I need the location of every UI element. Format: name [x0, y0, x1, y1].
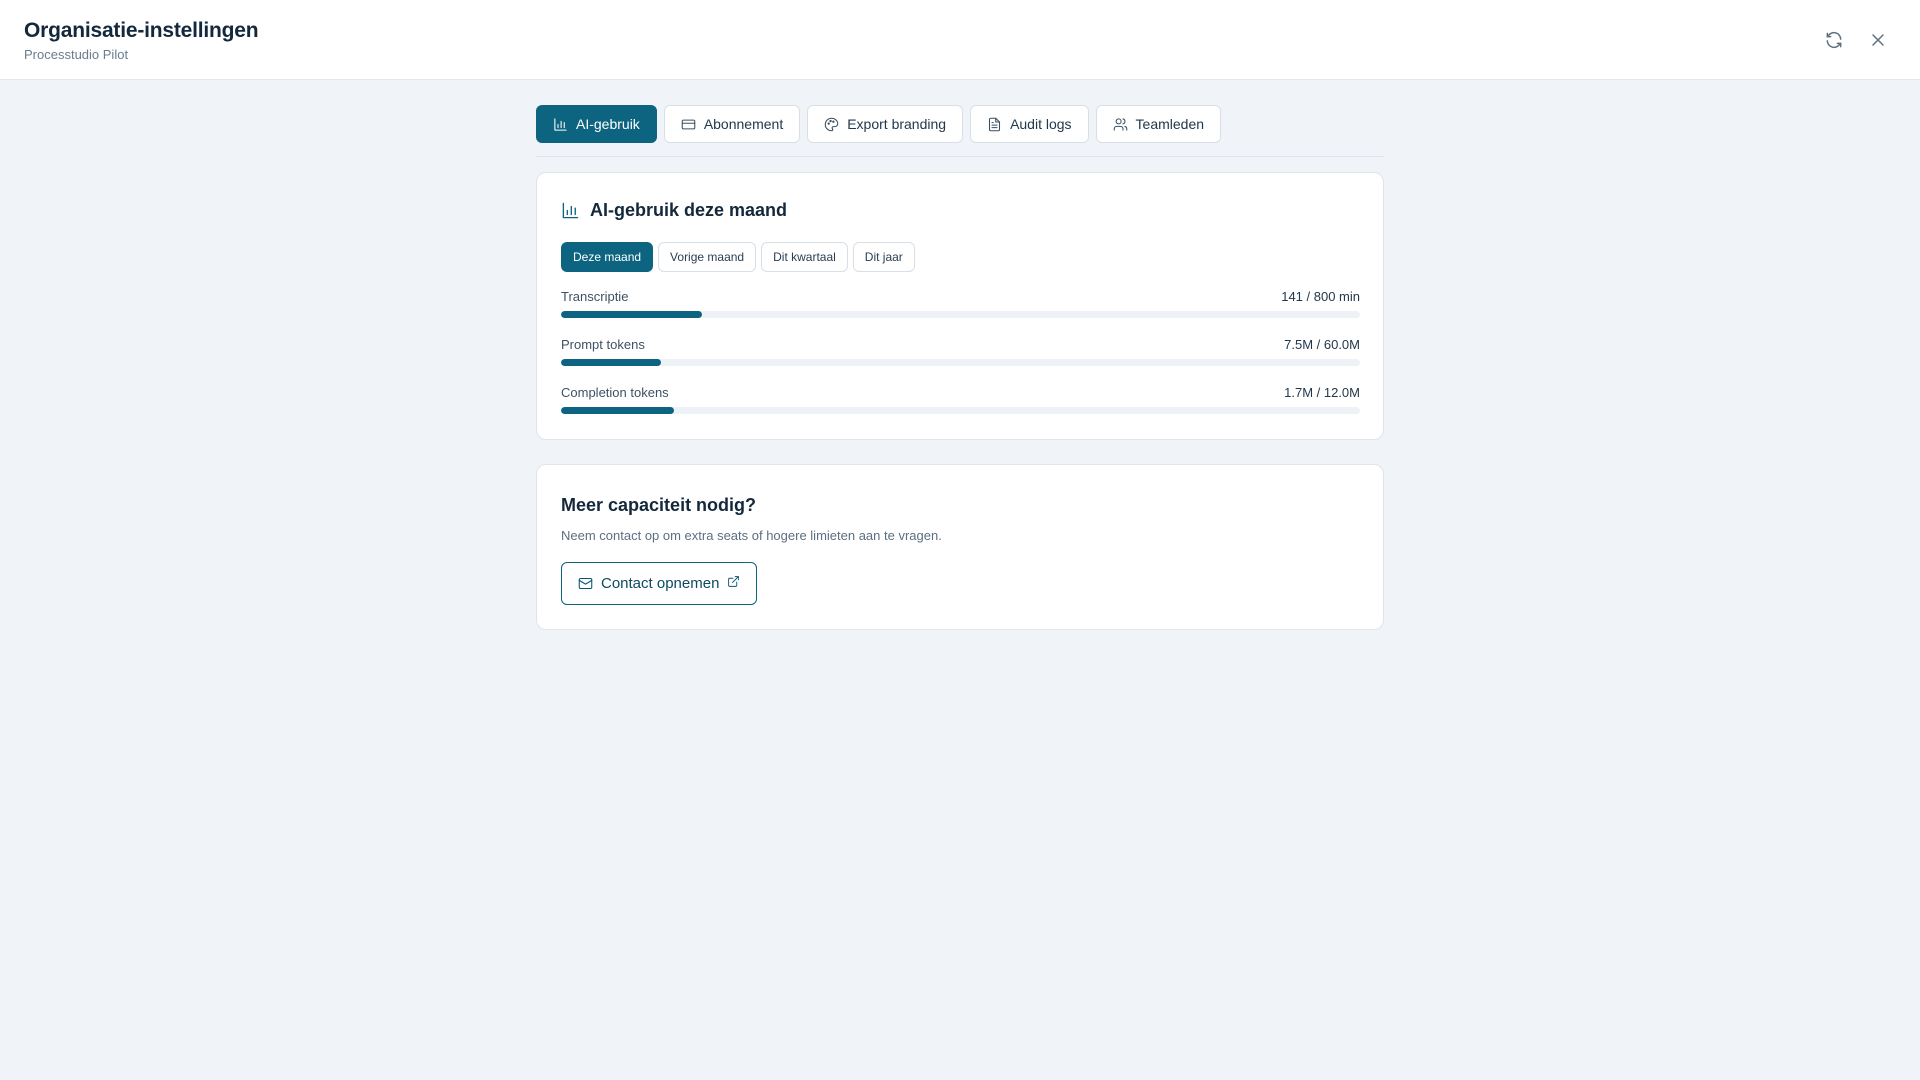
meter-prompt-tokens: Prompt tokens 7.5M / 60.0M — [561, 337, 1360, 385]
external-link-wrapper — [727, 575, 740, 592]
tab-export-branding[interactable]: Export branding — [807, 105, 964, 143]
organization-name: Processtudio Pilot — [24, 47, 129, 62]
capacity-card: Meer capaciteit nodig? Neem contact op o… — [536, 464, 1384, 630]
contact-button-label: Contact opnemen — [601, 575, 720, 592]
tab-label: Abonnement — [703, 116, 784, 132]
bar-chart-icon — [554, 117, 567, 131]
close-icon — [1872, 34, 1884, 46]
usage-card-title: AI-gebruik deze maand — [561, 200, 787, 221]
usage-title-text: AI-gebruik deze maand — [590, 200, 788, 220]
progress-fill — [561, 359, 661, 366]
capacity-title: Meer capaciteit nodig? — [561, 495, 757, 515]
meter-transcriptie: Transcriptie 141 / 800 min — [561, 289, 1360, 337]
contact-button[interactable]: Contact opnemen — [561, 562, 758, 605]
bar-chart-icon — [562, 202, 579, 219]
header-bar: Organisatie-instellingen Processtudio Pi… — [0, 0, 1920, 80]
meter-label: Completion tokens — [561, 385, 669, 400]
tab-teamleden[interactable]: Teamleden — [1095, 105, 1222, 143]
page-title: Organisatie-instellingen — [24, 19, 259, 42]
tab-label: AI-gebruik — [576, 116, 640, 132]
tab-label: Audit logs — [1010, 116, 1072, 132]
palette-icon — [824, 117, 839, 131]
document-icon — [989, 117, 1001, 131]
period-vorige-maand[interactable]: Vorige maand — [658, 242, 757, 272]
credit-card-icon — [681, 119, 696, 129]
tab-ai-gebruik[interactable]: AI-gebruik — [536, 105, 657, 143]
users-icon — [1113, 117, 1127, 131]
settings-tabs: AI-gebruik Abonnement Export branding Au… — [536, 105, 1384, 157]
ai-usage-card: AI-gebruik deze maand Deze maand Vorige … — [536, 172, 1384, 440]
meter-label: Transcriptie — [561, 289, 629, 304]
period-dit-jaar[interactable]: Dit jaar — [852, 242, 915, 272]
tab-abonnement[interactable]: Abonnement — [663, 105, 801, 143]
meter-value: 7.5M / 60.0M — [1284, 337, 1360, 352]
progress-fill — [561, 407, 675, 414]
tab-label: Export branding — [847, 116, 947, 132]
period-dit-kwartaal[interactable]: Dit kwartaal — [761, 242, 848, 272]
progress-track — [561, 407, 1360, 414]
progress-fill — [561, 311, 702, 318]
refresh-icon — [1826, 31, 1842, 49]
meter-value: 141 / 800 min — [1281, 289, 1360, 304]
close-button[interactable] — [1864, 26, 1892, 54]
period-deze-maand[interactable]: Deze maand — [561, 242, 654, 272]
capacity-description: Neem contact op om extra seats of hogere… — [561, 528, 942, 543]
progress-track — [561, 311, 1360, 318]
usage-meters: Transcriptie 141 / 800 min Prompt tokens… — [561, 289, 1360, 433]
meter-completion-tokens: Completion tokens 1.7M / 12.0M — [561, 385, 1360, 433]
tab-audit-logs[interactable]: Audit logs — [970, 105, 1089, 143]
meter-value: 1.7M / 12.0M — [1284, 385, 1360, 400]
tab-label: Teamleden — [1135, 116, 1205, 132]
refresh-button[interactable] — [1820, 26, 1848, 54]
mail-icon — [578, 577, 593, 590]
external-link-icon — [728, 576, 740, 587]
period-selector: Deze maand Vorige maand Dit kwartaal Dit… — [561, 242, 915, 272]
progress-track — [561, 359, 1360, 366]
meter-label: Prompt tokens — [561, 337, 645, 352]
